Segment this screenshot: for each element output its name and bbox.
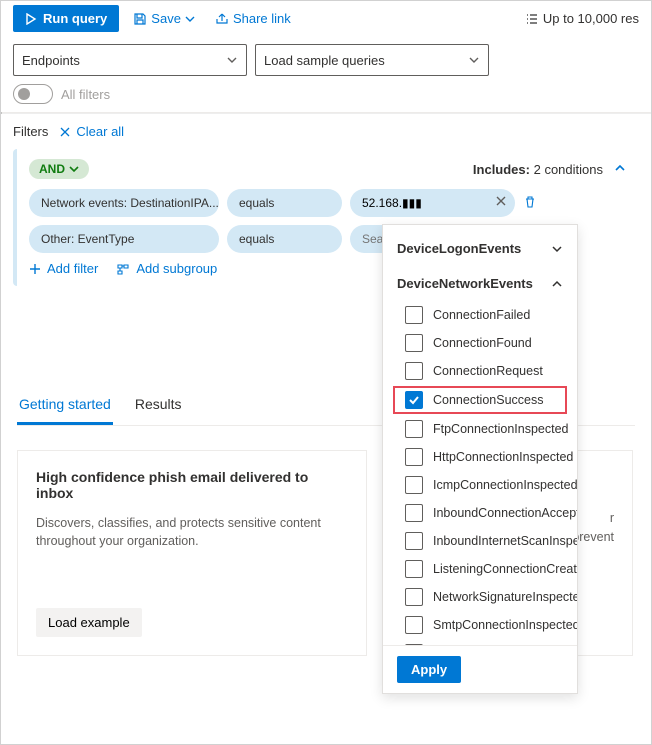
share-icon — [215, 12, 229, 26]
checkbox[interactable] — [405, 532, 423, 550]
save-label: Save — [151, 11, 181, 26]
trash-icon — [523, 195, 537, 209]
check-icon — [408, 394, 420, 406]
field-pill[interactable]: Other: EventType — [29, 225, 219, 253]
dropdown-item[interactable]: IcmpConnectionInspected — [383, 471, 577, 499]
dropdown-group-header[interactable]: DeviceNetworkEvents — [383, 266, 577, 301]
add-filter-button[interactable]: Add filter — [29, 261, 98, 276]
add-filter-label: Add filter — [47, 261, 98, 276]
collapse-conditions-button[interactable] — [613, 161, 627, 178]
dropdown-item[interactable]: ConnectionRequest — [383, 357, 577, 385]
logic-label: AND — [39, 162, 65, 176]
chevron-down-icon — [468, 54, 480, 66]
sample-label: Load sample queries — [264, 53, 385, 68]
logic-operator-pill[interactable]: AND — [29, 159, 89, 179]
clear-value-icon[interactable] — [495, 195, 507, 210]
checkbox[interactable] — [405, 504, 423, 522]
endpoints-select[interactable]: Endpoints — [13, 44, 247, 76]
list-icon — [525, 12, 539, 26]
dropdown-group-header[interactable]: DeviceLogonEvents — [383, 231, 577, 266]
all-filters-toggle[interactable] — [13, 84, 53, 104]
share-label: Share link — [233, 11, 291, 26]
apply-button[interactable]: Apply — [397, 656, 461, 683]
clear-icon — [58, 125, 72, 139]
dropdown-item-label: ConnectionRequest — [433, 364, 543, 378]
condition-row: Network events: DestinationIPA... equals — [29, 189, 627, 217]
chevron-down-icon — [69, 164, 79, 174]
dropdown-item-label: SmtpConnectionInspected — [433, 618, 577, 632]
chevron-down-icon — [226, 54, 238, 66]
dropdown-item[interactable]: InboundConnectionAccepted — [383, 499, 577, 527]
checkbox[interactable] — [405, 334, 423, 352]
save-icon — [133, 12, 147, 26]
x-icon — [495, 195, 507, 207]
dropdown-item[interactable]: SmtpConnectionInspected — [383, 611, 577, 639]
checkbox[interactable] — [405, 560, 423, 578]
checkbox[interactable] — [405, 420, 423, 438]
all-filters-label: All filters — [61, 87, 110, 102]
chevron-down-icon — [551, 243, 563, 255]
subgroup-icon — [116, 263, 130, 275]
dropdown-item-label: ConnectionSuccess — [433, 393, 543, 407]
includes-count: 2 conditions — [534, 162, 603, 177]
tab-results[interactable]: Results — [133, 386, 184, 425]
dropdown-item-label: HttpConnectionInspected — [433, 450, 573, 464]
dropdown-item[interactable]: HttpConnectionInspected — [383, 443, 577, 471]
dropdown-item-label: FtpConnectionInspected — [433, 422, 569, 436]
dropdown-item-label: InboundConnectionAccepted — [433, 506, 577, 520]
clear-all-label: Clear all — [76, 124, 124, 139]
card-desc: Discovers, classifies, and protects sens… — [36, 515, 348, 550]
dropdown-item[interactable]: FtpConnectionInspected — [383, 415, 577, 443]
dropdown-item[interactable]: InboundInternetScanInspected — [383, 527, 577, 555]
dropdown-item[interactable]: ConnectionFound — [383, 329, 577, 357]
save-button[interactable]: Save — [127, 7, 201, 30]
run-query-button[interactable]: Run query — [13, 5, 119, 32]
field-pill[interactable]: Network events: DestinationIPA... — [29, 189, 219, 217]
value-input[interactable] — [350, 189, 515, 217]
add-subgroup-label: Add subgroup — [136, 261, 217, 276]
example-card: High confidence phish email delivered to… — [17, 450, 367, 656]
checkbox[interactable] — [405, 616, 423, 634]
checkbox[interactable] — [405, 476, 423, 494]
group-label: DeviceLogonEvents — [397, 241, 521, 256]
card-title: High confidence phish email delivered to… — [36, 469, 348, 501]
dropdown-item[interactable]: NetworkSignatureInspected — [383, 583, 577, 611]
checkbox[interactable] — [405, 448, 423, 466]
clear-all-button[interactable]: Clear all — [58, 124, 124, 139]
dropdown-item-label: IcmpConnectionInspected — [433, 478, 577, 492]
delete-condition-button[interactable] — [523, 195, 539, 211]
play-icon — [25, 13, 37, 25]
checkbox[interactable] — [405, 362, 423, 380]
chevron-up-icon — [613, 161, 627, 175]
add-subgroup-button[interactable]: Add subgroup — [116, 261, 217, 276]
dropdown-item-label: ConnectionFailed — [433, 308, 530, 322]
sample-queries-select[interactable]: Load sample queries — [255, 44, 489, 76]
chevron-up-icon — [551, 278, 563, 290]
results-limit: Up to 10,000 res — [525, 11, 639, 26]
dropdown-item-label: InboundInternetScanInspected — [433, 534, 577, 548]
operator-pill[interactable]: equals — [227, 225, 342, 253]
dropdown-item-label: ListeningConnectionCreated — [433, 562, 577, 576]
plus-icon — [29, 263, 41, 275]
tab-getting-started[interactable]: Getting started — [17, 386, 113, 425]
event-type-dropdown: DeviceLogonEvents DeviceNetworkEvents Conn… — [382, 224, 578, 694]
operator-pill[interactable]: equals — [227, 189, 342, 217]
filters-label: Filters — [13, 124, 48, 139]
share-link-button[interactable]: Share link — [209, 7, 297, 30]
dropdown-item[interactable]: ListeningConnectionCreated — [383, 555, 577, 583]
endpoints-label: Endpoints — [22, 53, 80, 68]
group-label: DeviceNetworkEvents — [397, 276, 533, 291]
dropdown-item-label: NetworkSignatureInspected — [433, 590, 577, 604]
includes-label: Includes: — [473, 162, 530, 177]
checkbox[interactable] — [405, 306, 423, 324]
dropdown-item[interactable]: ConnectionFailed — [383, 301, 577, 329]
checkbox[interactable] — [405, 588, 423, 606]
run-query-label: Run query — [43, 11, 107, 26]
load-example-button[interactable]: Load example — [36, 608, 142, 637]
chevron-down-icon — [185, 14, 195, 24]
dropdown-item-label: ConnectionFound — [433, 336, 532, 350]
checkbox[interactable] — [405, 391, 423, 409]
dropdown-item[interactable]: ConnectionSuccess — [393, 386, 567, 414]
